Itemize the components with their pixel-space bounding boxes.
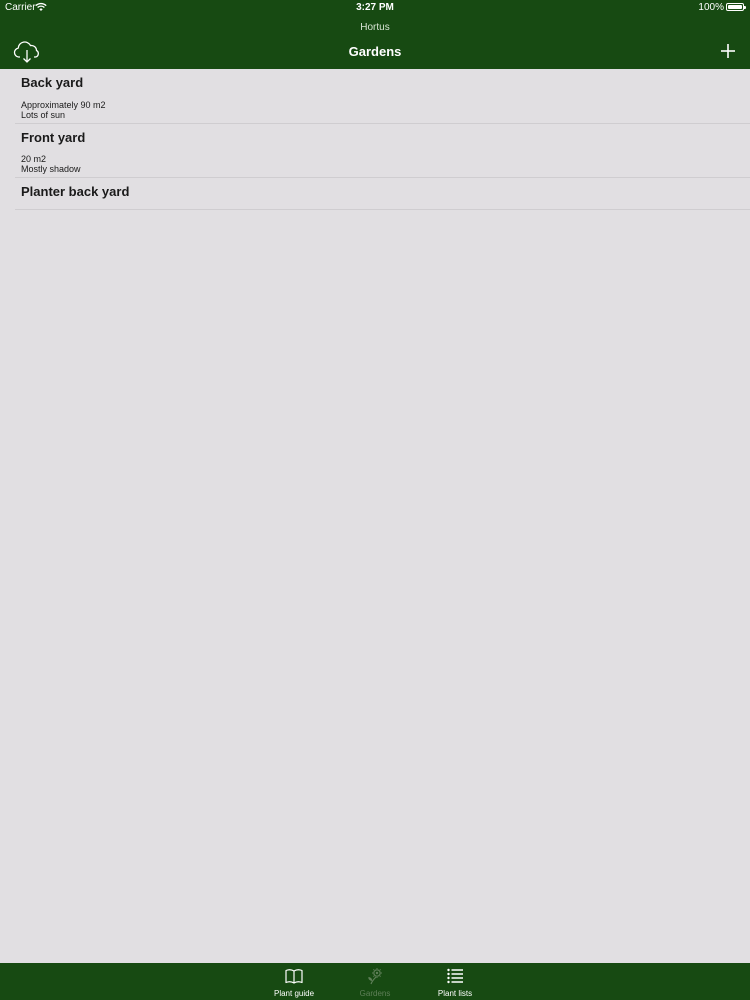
garden-name: Front yard bbox=[21, 130, 86, 145]
tab-label: Plant lists bbox=[437, 989, 473, 998]
tab-gardens[interactable]: Gardens bbox=[340, 963, 410, 1000]
battery-icon bbox=[726, 3, 746, 11]
battery-percent: 100% bbox=[698, 2, 724, 13]
navigation-bar: Carrier 3:27 PM 100% Hortus Gardens bbox=[0, 0, 750, 69]
garden-detail: Approximately 90 m2 bbox=[21, 100, 106, 110]
book-icon bbox=[285, 969, 303, 984]
plant-icon bbox=[368, 968, 382, 985]
page-title: Gardens bbox=[348, 44, 402, 59]
list-item[interactable]: Front yard 20 m2 Mostly shadow bbox=[15, 124, 750, 178]
garden-detail: Mostly shadow bbox=[21, 164, 81, 174]
list-icon bbox=[447, 968, 463, 984]
app-name: Hortus bbox=[360, 22, 390, 33]
tab-plant-lists[interactable]: Plant lists bbox=[420, 963, 490, 1000]
tab-label: Plant guide bbox=[273, 989, 315, 998]
list-item[interactable]: Planter back yard bbox=[15, 178, 750, 210]
garden-detail: Lots of sun bbox=[21, 110, 66, 120]
status-time: 3:27 PM bbox=[356, 2, 394, 13]
gardens-list: Back yard Approximately 90 m2 Lots of su… bbox=[0, 69, 750, 210]
garden-detail: 20 m2 bbox=[21, 154, 47, 164]
plus-icon[interactable] bbox=[719, 42, 737, 60]
list-item[interactable]: Back yard Approximately 90 m2 Lots of su… bbox=[15, 69, 750, 124]
garden-name: Back yard bbox=[21, 75, 84, 90]
garden-name: Planter back yard bbox=[21, 184, 130, 199]
tab-plant-guide[interactable]: Plant guide bbox=[259, 963, 329, 1000]
tab-bar: Plant guide Gardens Plant lists bbox=[0, 963, 750, 1000]
status-bar: Carrier 3:27 PM 100% bbox=[0, 0, 750, 16]
tab-label: Gardens bbox=[359, 989, 391, 998]
